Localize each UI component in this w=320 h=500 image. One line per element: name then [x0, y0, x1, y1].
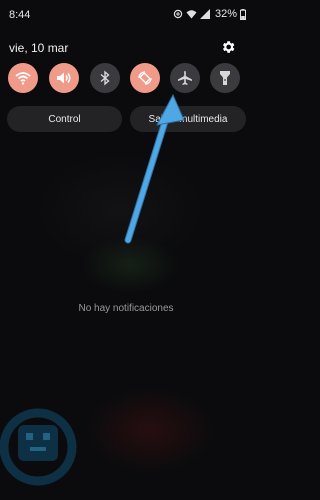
watermark-logo-icon: [0, 408, 77, 486]
